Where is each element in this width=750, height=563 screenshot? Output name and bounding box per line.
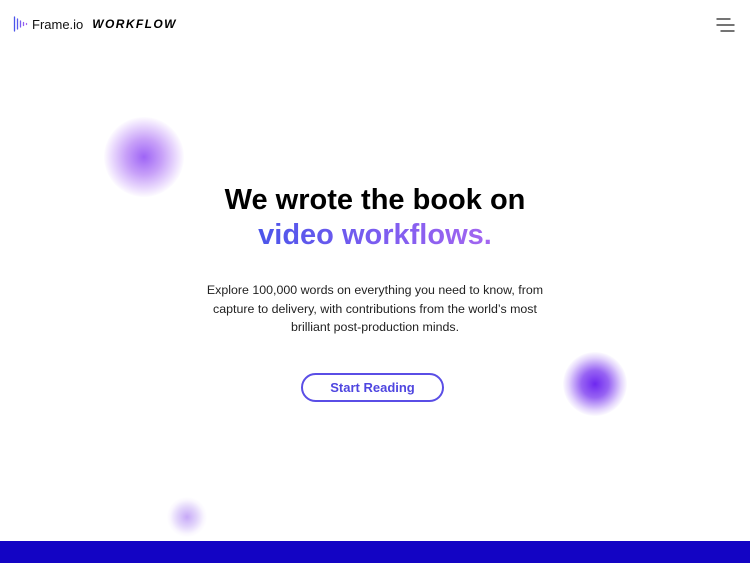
decorative-glow-orb [167,497,207,537]
decorative-glow-orb [563,352,627,416]
footer-band [0,541,750,563]
start-reading-button[interactable]: Start Reading [301,373,444,402]
hero-title: We wrote the book on [224,184,526,216]
hamburger-menu-button[interactable] [716,17,735,33]
logo-product-text: WORKFLOW [92,17,177,31]
hero-title-accent: video workflows. [258,219,492,251]
hamburger-menu-icon [716,18,735,32]
hero-description: Explore 100,000 words on everything you … [206,283,544,334]
site-header: Frame.io WORKFLOW [0,0,750,50]
site-logo[interactable]: Frame.io WORKFLOW [13,14,177,34]
hero-section: We wrote the book on video workflows. [0,183,750,253]
soundwave-icon [13,16,28,32]
logo-brand-text: Frame.io [32,16,84,32]
